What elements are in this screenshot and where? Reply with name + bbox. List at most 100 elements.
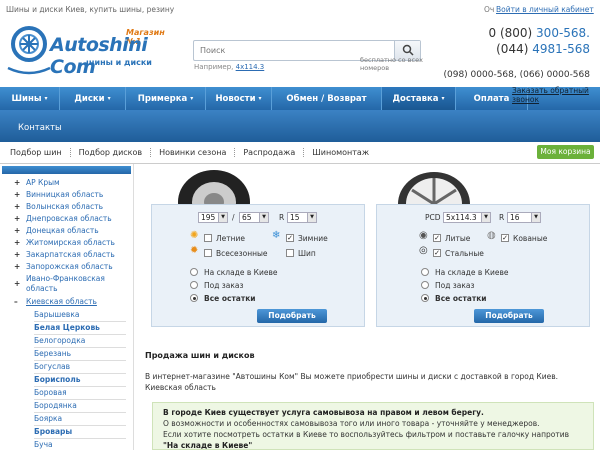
nav-fitting[interactable]: Примерка ▾ bbox=[126, 87, 206, 110]
radius-label: R bbox=[279, 213, 285, 222]
nav-exchange[interactable]: Обмен / Возврат bbox=[272, 87, 382, 110]
subnav-disk-selection[interactable]: Подбор дисков bbox=[71, 148, 152, 157]
disk-search-button[interactable]: Подобрать bbox=[474, 309, 544, 323]
all-stock-radio[interactable] bbox=[190, 294, 198, 302]
tire-search-button[interactable]: Подобрать bbox=[257, 309, 327, 323]
nav-delivery[interactable]: Доставка ▾ bbox=[382, 87, 456, 110]
divider bbox=[34, 321, 126, 322]
steel-checkbox[interactable]: ✓ bbox=[433, 249, 441, 257]
pcd-select[interactable]: 5x114.3 ▼ bbox=[443, 212, 491, 223]
all-season-checkbox[interactable] bbox=[204, 249, 212, 257]
select-value: 15 bbox=[290, 213, 300, 222]
city-link[interactable]: Бровары bbox=[34, 427, 72, 436]
winter-checkbox[interactable]: ✓ bbox=[286, 234, 294, 242]
region-item[interactable]: + Запорожская область bbox=[14, 262, 132, 272]
region-item[interactable]: + Днепровская область bbox=[14, 214, 132, 224]
expand-icon[interactable]: + bbox=[14, 190, 20, 200]
region-item[interactable]: + АР Крым bbox=[14, 178, 132, 188]
phone-1[interactable]: 0 (800) 300-568. bbox=[443, 26, 590, 40]
city-link[interactable]: Бородянка bbox=[34, 401, 77, 410]
divider bbox=[34, 373, 126, 374]
subnav-tire-service[interactable]: Шиномонтаж bbox=[304, 148, 377, 157]
expand-icon[interactable]: + bbox=[14, 279, 20, 289]
all-stock-label: Все остатки bbox=[435, 294, 487, 303]
login-link[interactable]: Войти в личный кабинет bbox=[496, 5, 594, 14]
region-label: Закарпатская область bbox=[26, 250, 115, 259]
region-item[interactable]: + Закарпатская область bbox=[14, 250, 132, 260]
divider bbox=[34, 334, 126, 335]
region-item[interactable]: + Донецкая область bbox=[14, 226, 132, 236]
callback-link[interactable]: Заказать обратный звонок bbox=[512, 86, 600, 104]
expand-icon[interactable]: + bbox=[14, 250, 20, 260]
winter-label: Зимние bbox=[298, 234, 328, 243]
cart-button[interactable]: Моя корзина bbox=[537, 145, 594, 159]
city-link[interactable]: Барышевка bbox=[34, 310, 79, 319]
studded-checkbox[interactable] bbox=[286, 249, 294, 257]
alloy-label: Литые bbox=[445, 234, 471, 243]
nav-label: Примерка bbox=[137, 93, 188, 104]
wheel-logo-icon bbox=[7, 26, 51, 75]
tire-filter-panel: 195 ▼ / 65 ▼ R 15 ▼ ✺ Летние ❄ ✓ Зимние ✹ В… bbox=[151, 204, 365, 327]
city-link[interactable]: Боровая bbox=[34, 388, 67, 397]
divider bbox=[34, 425, 126, 426]
collapse-icon[interactable]: – bbox=[14, 297, 18, 307]
on-order-radio[interactable] bbox=[190, 281, 198, 289]
city-link[interactable]: Борисполь bbox=[34, 375, 81, 384]
tire-radius-select[interactable]: 15 ▼ bbox=[287, 212, 317, 223]
tire-profile-select[interactable]: 65 ▼ bbox=[239, 212, 269, 223]
nav-tires[interactable]: Шины ▾ bbox=[0, 87, 60, 110]
steel-label: Стальные bbox=[445, 249, 484, 258]
subnav-sale[interactable]: Распродажа bbox=[235, 148, 305, 157]
chevron-down-icon: ▼ bbox=[218, 213, 227, 222]
region-label: Винницкая область bbox=[26, 190, 104, 199]
nav-label: Диски bbox=[74, 93, 105, 104]
alloy-checkbox[interactable]: ✓ bbox=[433, 234, 441, 242]
region-item[interactable]: + Волынская область bbox=[14, 202, 132, 212]
stock-kiev-radio[interactable] bbox=[421, 268, 429, 276]
expand-icon[interactable]: + bbox=[14, 238, 20, 248]
on-order-radio[interactable] bbox=[421, 281, 429, 289]
phone-mobile[interactable]: (098) 0000-568, (066) 0000-568 bbox=[443, 70, 590, 80]
chevron-down-icon: ▼ bbox=[259, 213, 268, 222]
city-link[interactable]: Березань bbox=[34, 349, 71, 358]
city-link[interactable]: Белая Церковь bbox=[34, 323, 100, 332]
subnav-tire-selection[interactable]: Подбор шин bbox=[0, 148, 71, 157]
city-link[interactable]: Буча bbox=[34, 440, 53, 449]
forged-checkbox[interactable]: ✓ bbox=[501, 234, 509, 242]
stock-kiev-radio[interactable] bbox=[190, 268, 198, 276]
city-link[interactable]: Боярка bbox=[34, 414, 62, 423]
search-hint: Например, 4x114.3 bbox=[194, 63, 264, 71]
phone-2-code: (044) bbox=[496, 42, 533, 56]
section-text: В интернет-магазине "Автошины Ком" Вы мо… bbox=[145, 372, 559, 392]
site-logo[interactable]: Магазин №1 Autoshini Com шины и диски bbox=[4, 24, 182, 78]
nav-disks[interactable]: Диски ▾ bbox=[60, 87, 126, 110]
phone-2-number: 4981-568 bbox=[532, 42, 590, 56]
disk-radius-select[interactable]: 16 ▼ bbox=[507, 212, 541, 223]
city-link[interactable]: Богуслав bbox=[34, 362, 70, 371]
city-link[interactable]: Белогородка bbox=[34, 336, 85, 345]
logo-brand: Autoshini Com bbox=[50, 34, 148, 78]
expand-icon[interactable]: + bbox=[14, 178, 20, 188]
expand-icon[interactable]: + bbox=[14, 214, 20, 224]
subnav-new-arrivals[interactable]: Новинки сезона bbox=[151, 148, 236, 157]
region-item[interactable]: + Житомирская область bbox=[14, 238, 132, 248]
expand-icon[interactable]: + bbox=[14, 226, 20, 236]
region-item-active[interactable]: – Киевская область bbox=[14, 297, 132, 307]
select-value: 5x114.3 bbox=[446, 213, 477, 222]
expand-icon[interactable]: + bbox=[14, 202, 20, 212]
search-hint-example[interactable]: 4x114.3 bbox=[236, 63, 265, 71]
region-item[interactable]: + Винницкая область bbox=[14, 190, 132, 200]
region-label: Волынская область bbox=[26, 202, 104, 211]
summer-checkbox[interactable] bbox=[204, 234, 212, 242]
nav-news[interactable]: Новости ▾ bbox=[206, 87, 272, 110]
expand-icon[interactable]: + bbox=[14, 262, 20, 272]
language-switch[interactable]: Оч bbox=[484, 5, 494, 14]
sun-icon: ✺ bbox=[190, 230, 199, 241]
pickup-notice: В городе Киев существует услуга самовыво… bbox=[152, 402, 594, 450]
tire-width-select[interactable]: 195 ▼ bbox=[198, 212, 228, 223]
all-stock-radio[interactable] bbox=[421, 294, 429, 302]
select-value: 195 bbox=[201, 213, 216, 222]
region-item[interactable]: + Ивано-Франковская область bbox=[14, 274, 132, 294]
region-label: Донецкая область bbox=[26, 226, 99, 235]
phone-2[interactable]: (044) 4981-568 bbox=[443, 42, 590, 56]
